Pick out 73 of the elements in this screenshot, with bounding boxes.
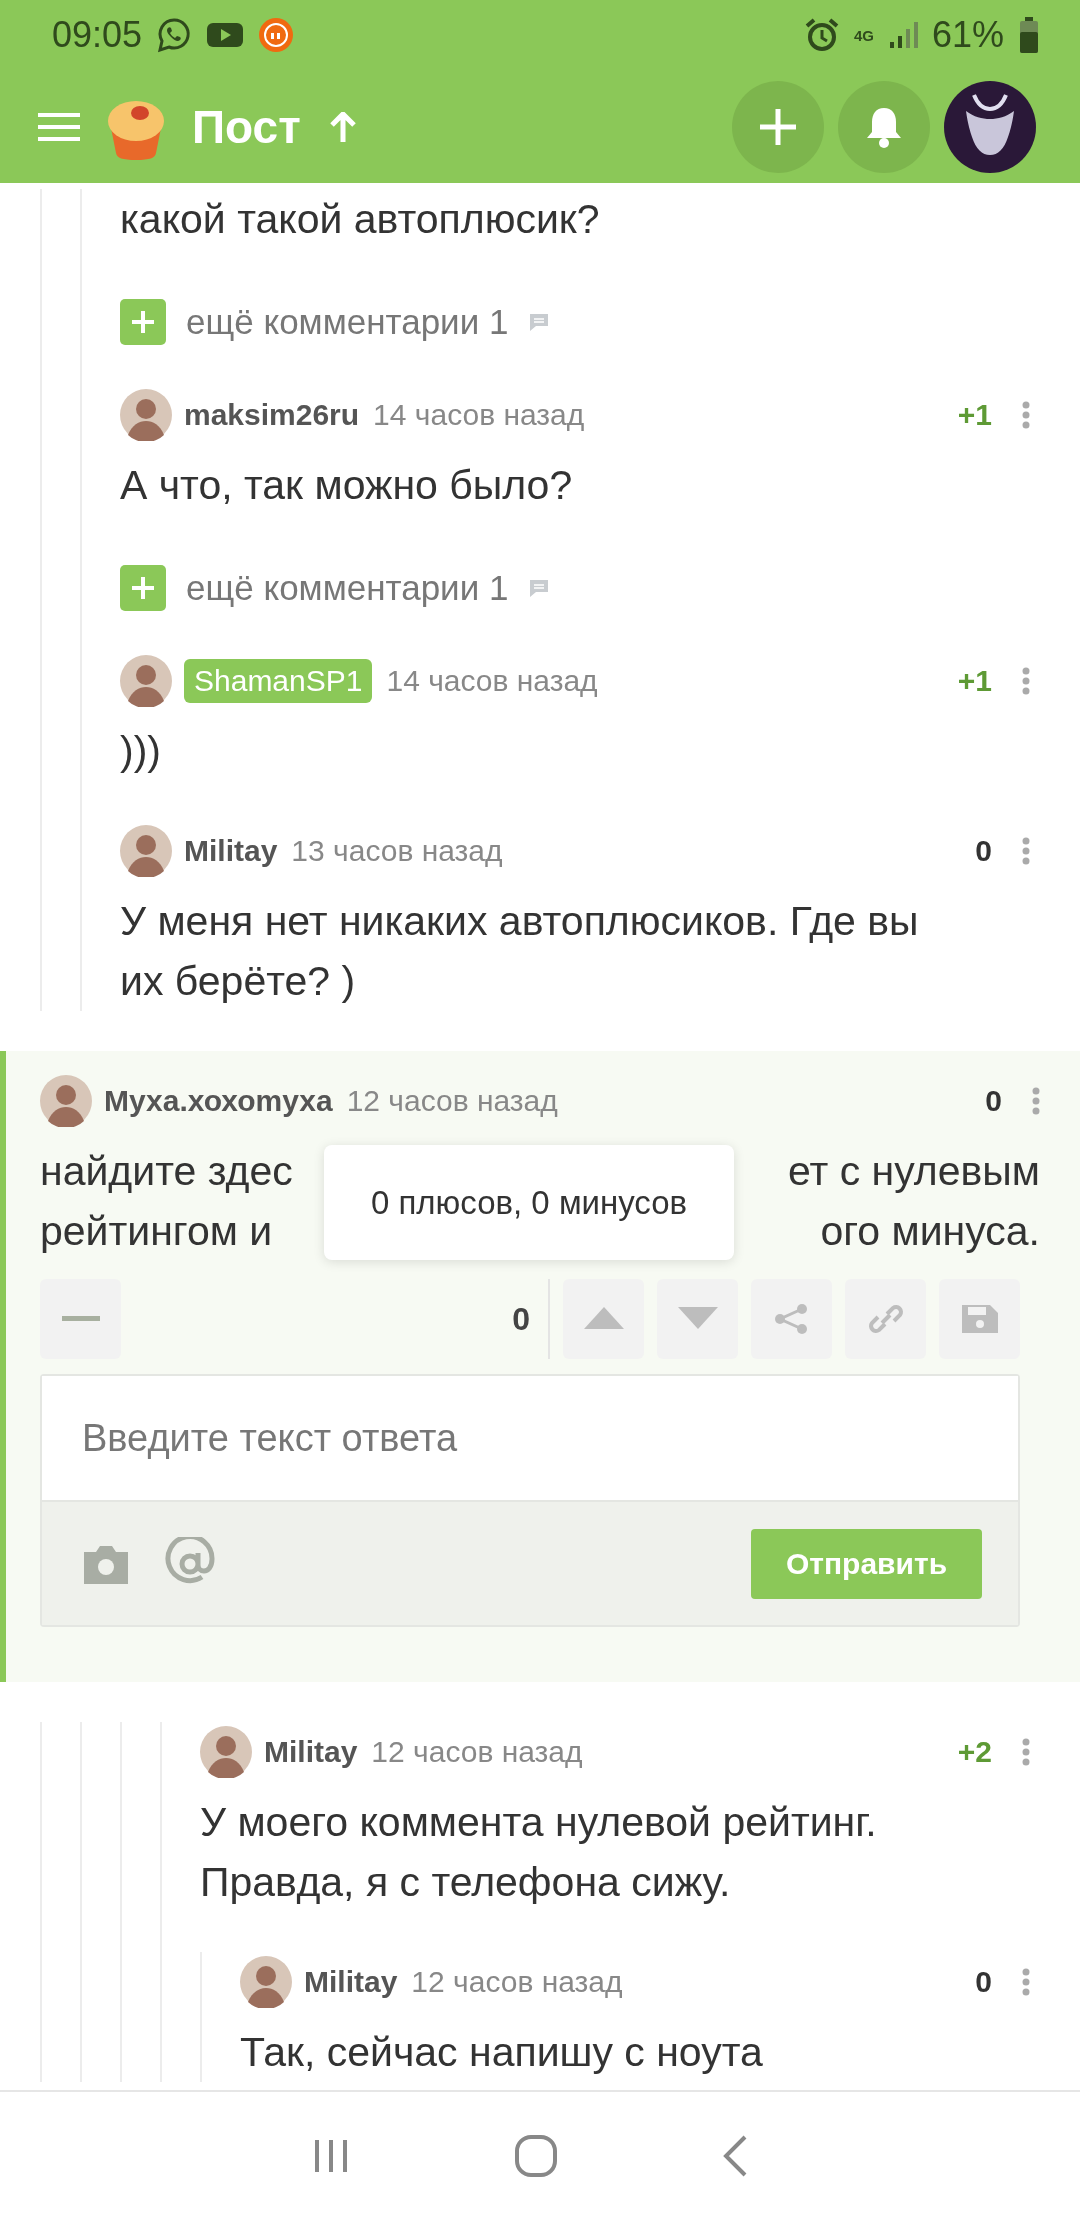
comment-time: 14 часов назад	[386, 664, 598, 698]
menu-icon[interactable]	[38, 110, 80, 143]
upvote-button[interactable]	[563, 1279, 644, 1359]
vote-count: 0	[512, 1300, 530, 1338]
comment-text: ет с нулевым	[788, 1147, 1040, 1196]
battery-percent: 61%	[931, 14, 1004, 56]
home-icon[interactable]	[514, 2134, 558, 2178]
comment-icon	[528, 312, 551, 332]
comment-rating: +1	[957, 398, 992, 432]
more-comments-link[interactable]: ещё комментарии 1	[186, 568, 509, 608]
clock-time: 09:05	[52, 14, 143, 56]
expand-button[interactable]	[120, 565, 166, 611]
more-options-icon[interactable]	[1022, 837, 1030, 865]
more-options-icon[interactable]	[1022, 401, 1030, 429]
more-options-icon[interactable]	[1022, 1738, 1030, 1766]
comment-rating: 0	[975, 834, 992, 868]
expand-button[interactable]	[120, 299, 166, 345]
phone-bubble-icon	[156, 17, 193, 53]
more-comments-link[interactable]: ещё комментарии 1	[186, 302, 509, 342]
author-name[interactable]: maksim26ru	[184, 398, 360, 432]
plus-icon	[130, 575, 156, 601]
play-icon	[206, 21, 245, 49]
comment-text: ого минуса.	[820, 1207, 1040, 1256]
comment-time: 13 часов назад	[291, 834, 503, 868]
author-name[interactable]: Militay	[304, 1965, 398, 1999]
plus-icon	[758, 106, 798, 147]
rating-tooltip: 0 плюсов, 0 минусов	[324, 1145, 734, 1260]
more-options-icon[interactable]	[1022, 1968, 1030, 1996]
comment-time: 12 часов назад	[346, 1084, 558, 1118]
more-options-icon[interactable]	[1022, 667, 1030, 695]
comment-rating: 0	[975, 1965, 992, 1999]
avatar	[40, 1075, 92, 1127]
reply-field[interactable]: Введите текст ответа	[42, 1376, 1018, 1502]
user-avatar[interactable]	[944, 80, 1036, 173]
comment-text: какой такой автоплюсик?	[120, 195, 601, 244]
share-button[interactable]	[751, 1279, 832, 1359]
up-arrow-icon[interactable]	[328, 111, 357, 142]
comment-text: Так, сейчас напишу с ноута	[240, 2028, 764, 2077]
comment-time: 14 часов назад	[373, 398, 585, 432]
alarm-icon	[803, 17, 840, 53]
avatar	[200, 1726, 252, 1778]
battery-icon	[1018, 16, 1040, 54]
comment-time: 12 часов назад	[371, 1735, 583, 1769]
avatar	[120, 389, 172, 441]
bell-icon	[866, 105, 902, 148]
avatar	[240, 1956, 292, 2008]
author-name[interactable]: Militay	[264, 1735, 358, 1769]
link-button[interactable]	[845, 1279, 926, 1359]
downvote-button[interactable]	[657, 1279, 738, 1359]
comment-text: )))	[120, 727, 162, 776]
comment-text: рейтингом и	[40, 1207, 273, 1256]
minus-icon	[61, 1316, 100, 1322]
comment-text: У меня нет никаких автоплюсиков. Где вы их берёте? )	[120, 897, 920, 1006]
comment-rating: +1	[957, 664, 992, 698]
comment-text: найдите здес	[40, 1147, 293, 1196]
comment-rating: 0	[985, 1084, 1002, 1118]
network-type: 4G	[853, 27, 874, 43]
app-icon	[258, 17, 295, 53]
author-name[interactable]: Муха.хохоmуха	[104, 1084, 333, 1118]
avatar	[120, 825, 172, 877]
signal-icon	[887, 20, 918, 50]
plus-icon	[130, 309, 156, 335]
author-name[interactable]: Militay	[184, 834, 278, 868]
comment-icon	[528, 578, 551, 598]
collapse-button[interactable]	[40, 1279, 121, 1359]
comment-text: А что, так можно было?	[120, 461, 574, 510]
save-button[interactable]	[939, 1279, 1020, 1359]
avatar	[120, 655, 172, 707]
comment-time: 12 часов назад	[411, 1965, 623, 1999]
comment-text: У моего коммента нулевой рейтинг. Правда, я с телефона сижу.	[200, 1798, 878, 1907]
more-options-icon[interactable]	[1032, 1087, 1040, 1115]
comment-rating: +2	[957, 1735, 992, 1769]
page-title: Пост	[192, 99, 301, 154]
